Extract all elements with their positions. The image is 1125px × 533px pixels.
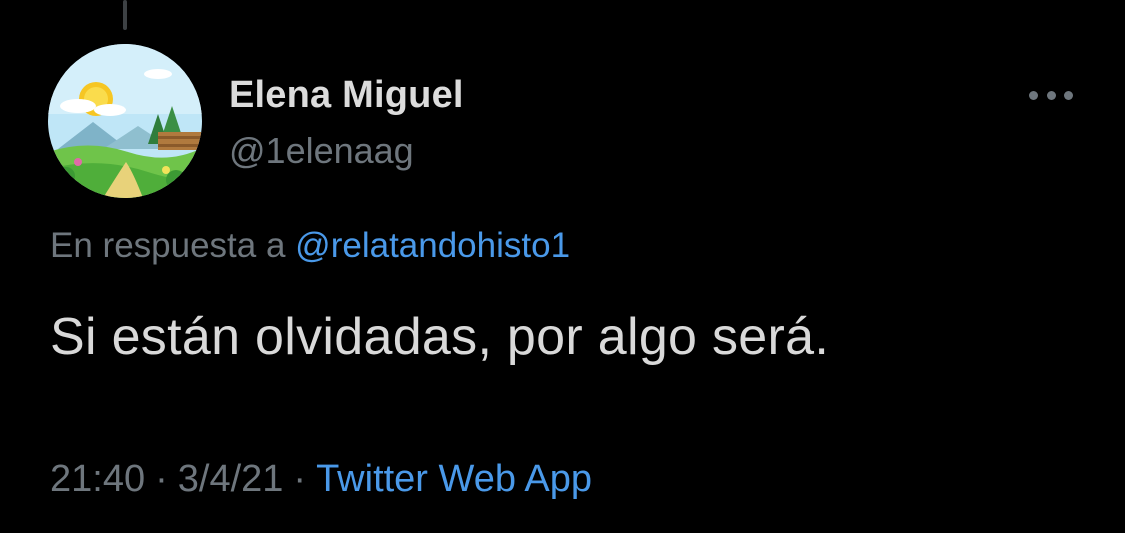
username[interactable]: @1elenaag <box>229 130 414 172</box>
meta-separator: · <box>155 458 168 500</box>
tweet-text: Si están olvidadas, por algo será. <box>50 308 830 366</box>
more-dot <box>1064 90 1073 100</box>
tweet-source-link[interactable]: Twitter Web App <box>316 458 592 500</box>
avatar[interactable] <box>48 44 202 198</box>
tweet-time[interactable]: 21:40 <box>50 458 145 500</box>
thread-connector-line <box>123 0 127 30</box>
tweet-meta: 21:40 · 3/4/21 · Twitter Web App <box>50 458 592 501</box>
display-name[interactable]: Elena Miguel <box>229 74 464 117</box>
more-options-icon[interactable] <box>1026 80 1076 110</box>
reply-prefix: En respuesta a <box>50 226 286 265</box>
avatar-landscape-image <box>48 44 202 198</box>
more-dot <box>1046 90 1056 100</box>
more-dot <box>1029 90 1038 100</box>
tweet-date[interactable]: 3/4/21 <box>178 458 284 500</box>
reply-mention-link[interactable]: @relatandohisto1 <box>295 226 570 265</box>
meta-separator: · <box>293 458 307 500</box>
reply-context: En respuesta a @relatandohisto1 <box>50 226 570 266</box>
